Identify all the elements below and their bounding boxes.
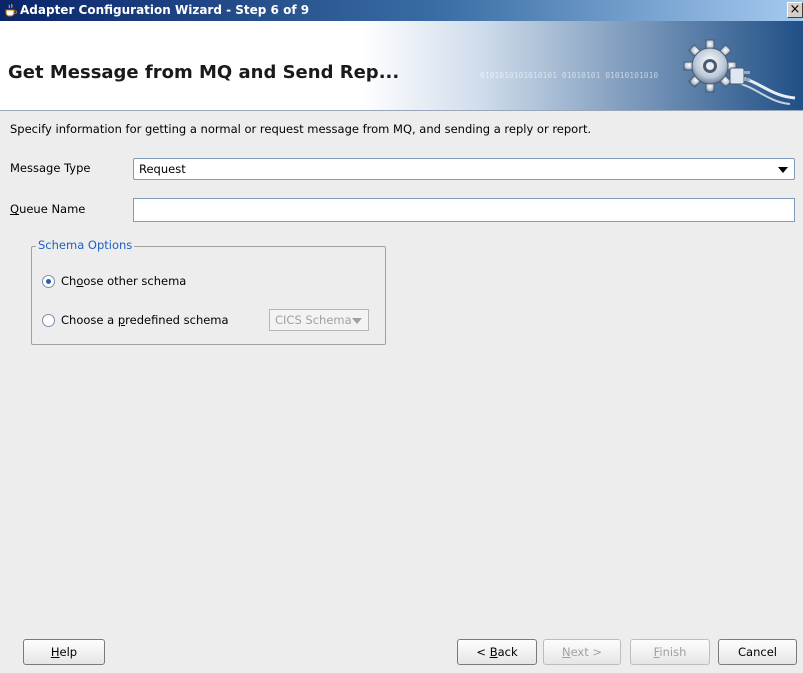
finish-button[interactable]: Finish	[630, 639, 710, 665]
queue-name-label: Queue Name	[10, 202, 85, 216]
choose-other-schema-radio[interactable]	[42, 275, 55, 288]
next-button[interactable]: Next >	[543, 639, 621, 665]
java-cup-icon	[5, 3, 18, 17]
back-mnemonic: B	[489, 645, 498, 659]
next-label-rest: ext >	[570, 645, 603, 659]
next-mnemonic: N	[561, 645, 571, 659]
back-label-pre: <	[476, 645, 490, 659]
back-label-rest: ack	[497, 645, 518, 659]
title-bar[interactable]: Adapter Configuration Wizard - Step 6 of…	[0, 0, 803, 21]
choose-other-schema-label[interactable]: Choose other schema	[61, 274, 186, 288]
window-title: Adapter Configuration Wizard - Step 6 of…	[20, 3, 310, 17]
radio-selected-dot	[46, 279, 51, 284]
help-label-rest: elp	[59, 645, 78, 659]
close-icon: ×	[789, 2, 801, 17]
chevron-down-icon	[352, 318, 362, 324]
choose-other-label-pre: Ch	[61, 274, 77, 288]
queue-name-input[interactable]	[133, 198, 795, 222]
help-mnemonic: H	[50, 645, 60, 659]
schema-options-legend: Schema Options	[36, 238, 135, 252]
finish-label-rest: inish	[659, 645, 687, 659]
help-button[interactable]: Help	[23, 639, 105, 665]
choose-predefined-label-pre: Choose a	[61, 313, 118, 327]
choose-predefined-label-post: redefined schema	[125, 313, 229, 327]
queue-name-label-rest: ueue Name	[19, 202, 86, 216]
choose-other-label-post: ose other schema	[83, 274, 187, 288]
queue-name-mnemonic: Q	[10, 202, 20, 216]
cancel-button[interactable]: Cancel	[718, 639, 797, 665]
message-type-value: Request	[139, 162, 186, 176]
message-type-select[interactable]: Request	[133, 158, 795, 180]
adapter-configuration-wizard-window: Adapter Configuration Wizard - Step 6 of…	[0, 0, 803, 673]
predefined-schema-select: CICS Schema	[269, 309, 369, 331]
predefined-schema-value: CICS Schema	[275, 313, 352, 327]
chevron-down-icon[interactable]	[778, 167, 788, 173]
schema-options-group: Schema Options Choose other schema Choos…	[31, 238, 386, 345]
close-button[interactable]: ×	[787, 2, 803, 18]
binary-decoration: 0101010101010101 01010101 01010101010	[480, 71, 659, 80]
message-type-label: Message Type	[10, 161, 91, 175]
page-title: Get Message from MQ and Send Rep...	[8, 62, 400, 83]
choose-predefined-schema-radio[interactable]	[42, 314, 55, 327]
wizard-header-banner: Get Message from MQ and Send Rep... 0101…	[0, 21, 803, 111]
instructions-text: Specify information for getting a normal…	[10, 122, 592, 136]
gear-plug-icon	[683, 39, 796, 105]
back-button[interactable]: < Back	[457, 639, 537, 665]
header-separator	[0, 110, 803, 111]
choose-predefined-schema-label[interactable]: Choose a predefined schema	[61, 313, 229, 327]
